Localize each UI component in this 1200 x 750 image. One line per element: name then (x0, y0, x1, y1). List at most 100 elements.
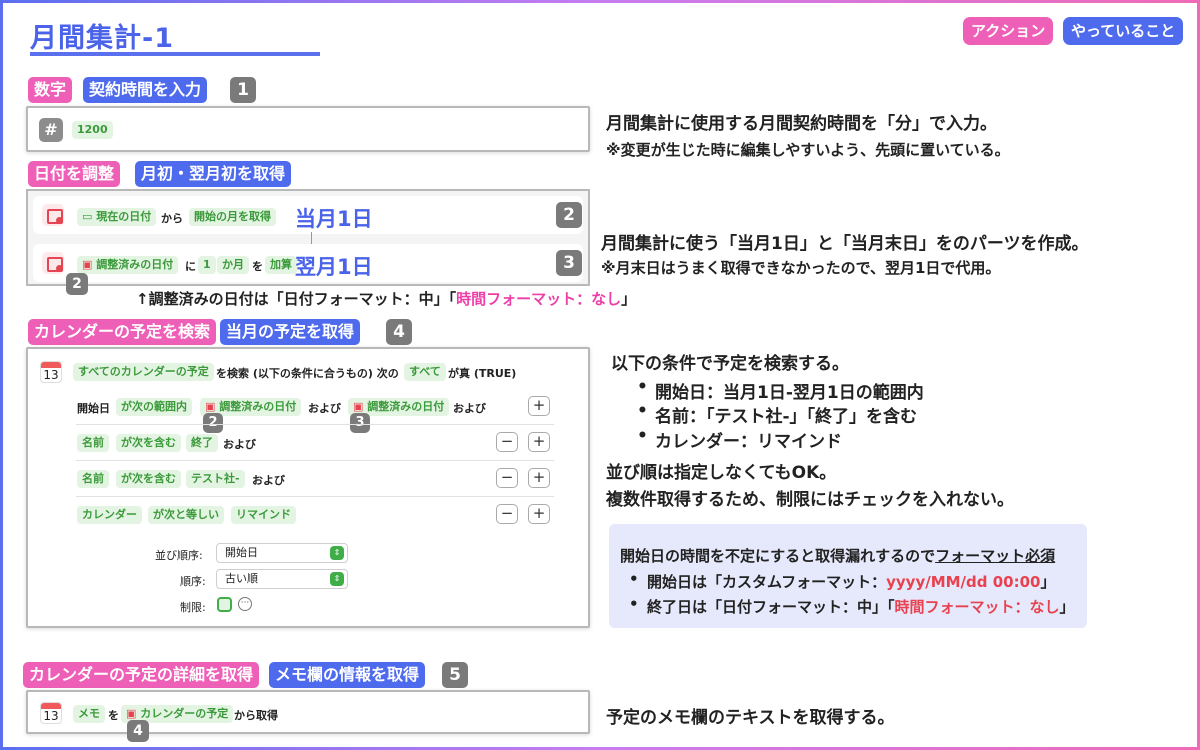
adjust-row-2[interactable]: ▣ 調整済みの日付 に 1 か月 を 加算 翌月1日 3 (33, 244, 583, 282)
step-number-2: 2 (556, 202, 582, 228)
start-of-month-pill[interactable]: 開始の月を取得 (189, 208, 276, 226)
number-value[interactable]: 1200 (72, 121, 113, 139)
calendar-icon: 13 (40, 702, 62, 724)
step-number-3: 3 (556, 250, 582, 276)
note-bullet-2: 終了日は「日付フォーマット：中」「時間フォーマット：なし」 (629, 595, 1075, 617)
section3-desc-2: 並び順は指定しなくてもOK。 (606, 463, 837, 483)
section3-desc-head: 以下の条件で予定を検索する。 (611, 354, 849, 374)
format-note-box: 開始日の時間を不定にすると取得漏れするのでフォーマット必須 開始日は「カスタムフ… (609, 524, 1087, 628)
number-action-card[interactable]: # 1200 (26, 106, 590, 152)
tag-doing-get-notes: メモ欄の情報を取得 (269, 662, 426, 688)
page-title: 月間集計-1 (30, 23, 174, 54)
section3-desc-3: 複数件取得するため、制限にはチェックを入れない。 (606, 490, 1014, 510)
add-pill[interactable]: 加算 (265, 256, 297, 274)
remove-condition-button[interactable]: − (496, 432, 518, 452)
more-icon[interactable]: ··· (238, 597, 252, 611)
tag-doing-input-hours: 契約時間を入力 (83, 77, 208, 103)
amount-pill[interactable]: 1 (198, 256, 216, 274)
section4-desc: 予定のメモ欄のテキストを取得する。 (606, 708, 895, 728)
tag-doing-get-month-events: 当月の予定を取得 (220, 319, 361, 345)
tag-action-search-calendar: カレンダーの予定を検索 (28, 319, 217, 345)
label-next-month-first: 翌月1日 (295, 255, 373, 279)
condition-bullet-3: カレンダー：リマインド (637, 426, 842, 452)
step-number-1: 1 (230, 77, 256, 103)
add-condition-button[interactable]: + (528, 468, 550, 488)
order-select[interactable]: 古い順 ⇕ (216, 569, 348, 589)
contains-pill[interactable]: が次を含む (116, 470, 181, 488)
and-text: および (223, 438, 256, 451)
section2-desc-1: 月間集計に使う「当月1日」と「当月末日」をのパーツを作成。 (601, 234, 1089, 254)
add-condition-button[interactable]: + (528, 504, 550, 524)
divider (76, 460, 554, 461)
remind-pill[interactable]: リマインド (231, 506, 296, 524)
title-underline (30, 52, 320, 56)
divider (76, 424, 554, 425)
calendar-pill[interactable]: カレンダー (77, 506, 142, 524)
adjust-date-card: ▭ 現在の日付 から 開始の月を取得 当月1日 2 ▣ 調整済みの日付 に 1 … (26, 189, 590, 286)
within-range-pill[interactable]: が次の範囲内 (116, 398, 192, 416)
adjusted-date-pill[interactable]: ▣ 調整済みの日付 (77, 256, 179, 274)
calendar-search-card: 13 すべてのカレンダーの予定 を検索 (以下の条件に合うもの) 次の すべて … (26, 347, 590, 628)
limit-checkbox[interactable] (217, 597, 232, 612)
name-pill[interactable]: 名前 (77, 470, 109, 488)
section2-desc-2: ※月末日はうまく取得できなかったので、翌月1日で代用。 (601, 259, 1001, 277)
sort-by-select[interactable]: 開始日 ⇕ (216, 543, 348, 563)
tag-action-number: 数字 (28, 77, 73, 103)
contains-pill[interactable]: が次を含む (116, 434, 181, 452)
calendar-icon: 13 (40, 361, 62, 383)
wo-text: を (252, 260, 263, 273)
current-date-pill[interactable]: ▭ 現在の日付 (77, 208, 157, 226)
hash-icon: # (39, 118, 63, 142)
divider (76, 496, 554, 497)
chevron-up-down-icon: ⇕ (330, 546, 344, 560)
ref-badge-3: 3 (350, 413, 370, 433)
remove-condition-button[interactable]: − (496, 504, 518, 524)
chevron-up-down-icon: ⇕ (330, 572, 344, 586)
and-text: および (308, 402, 341, 415)
ni-text: に (185, 260, 196, 273)
step-number-5: 5 (442, 662, 468, 688)
limit-label: 制限: (180, 601, 206, 614)
search-condition-text: を検索 (以下の条件に合うもの) 次の (216, 367, 399, 380)
calendar-badge-icon (42, 252, 64, 274)
step-number-4: 4 (386, 319, 412, 345)
note-bullet-1: 開始日は「カスタムフォーマット：yyyy/MM/dd 00:00」 (629, 570, 1055, 592)
add-condition-button[interactable]: + (528, 396, 550, 416)
section1-desc-2: ※変更が生じた時に編集しやすいよう、先頭に置いている。 (606, 141, 1010, 159)
and-text: および (252, 474, 285, 487)
ref-badge-4: 4 (127, 720, 149, 742)
calendar-badge-icon (42, 204, 64, 226)
wo-text: を (108, 709, 119, 722)
remove-condition-button[interactable]: − (496, 468, 518, 488)
tag-action-adjust-date: 日付を調整 (28, 161, 121, 187)
ref-badge-2: 2 (203, 413, 223, 433)
from-text: から (161, 212, 183, 225)
unit-pill[interactable]: か月 (217, 256, 249, 274)
condition-bullet-1: 開始日：当月1日-翌月1日の範囲内 (637, 377, 924, 403)
legend-doing: やっていること (1063, 17, 1184, 45)
section1-desc-1: 月間集計に使用する月間契約時間を「分」で入力。 (606, 114, 997, 134)
get-details-card[interactable]: 13 メモ を ▣ カレンダーの予定 から取得 (26, 690, 590, 734)
connector-line (311, 232, 312, 244)
condition-bullet-2: 名前：「テスト社-」「終了」を含む (637, 401, 917, 427)
label-this-month-first: 当月1日 (295, 207, 373, 231)
end-keyword-pill[interactable]: 終了 (186, 434, 218, 452)
tag-doing-get-month-start: 月初・翌月初を取得 (135, 161, 292, 187)
all-pill[interactable]: すべて (404, 363, 446, 381)
name-pill[interactable]: 名前 (77, 434, 109, 452)
tag-action-get-event-details: カレンダーの予定の詳細を取得 (23, 662, 260, 688)
all-events-pill[interactable]: すべてのカレンダーの予定 (73, 363, 214, 381)
is-true-text: が真 (TRUE) (448, 367, 517, 380)
add-condition-button[interactable]: + (528, 432, 550, 452)
get-from-text: から取得 (234, 709, 278, 722)
test-company-pill[interactable]: テスト社- (186, 470, 245, 488)
note-heading: 開始日の時間を不定にすると取得漏れするのでフォーマット必須 (620, 547, 1056, 565)
equals-pill[interactable]: が次と等しい (148, 506, 224, 524)
adjust-row-1[interactable]: ▭ 現在の日付 から 開始の月を取得 当月1日 2 (33, 196, 583, 234)
legend-action: アクション (963, 17, 1054, 45)
order-label: 順序: (180, 575, 206, 588)
and-text: および (453, 402, 486, 415)
sort-by-label: 並び順序: (155, 549, 203, 562)
start-date-text: 開始日 (77, 402, 110, 415)
memo-pill[interactable]: メモ (73, 705, 105, 723)
